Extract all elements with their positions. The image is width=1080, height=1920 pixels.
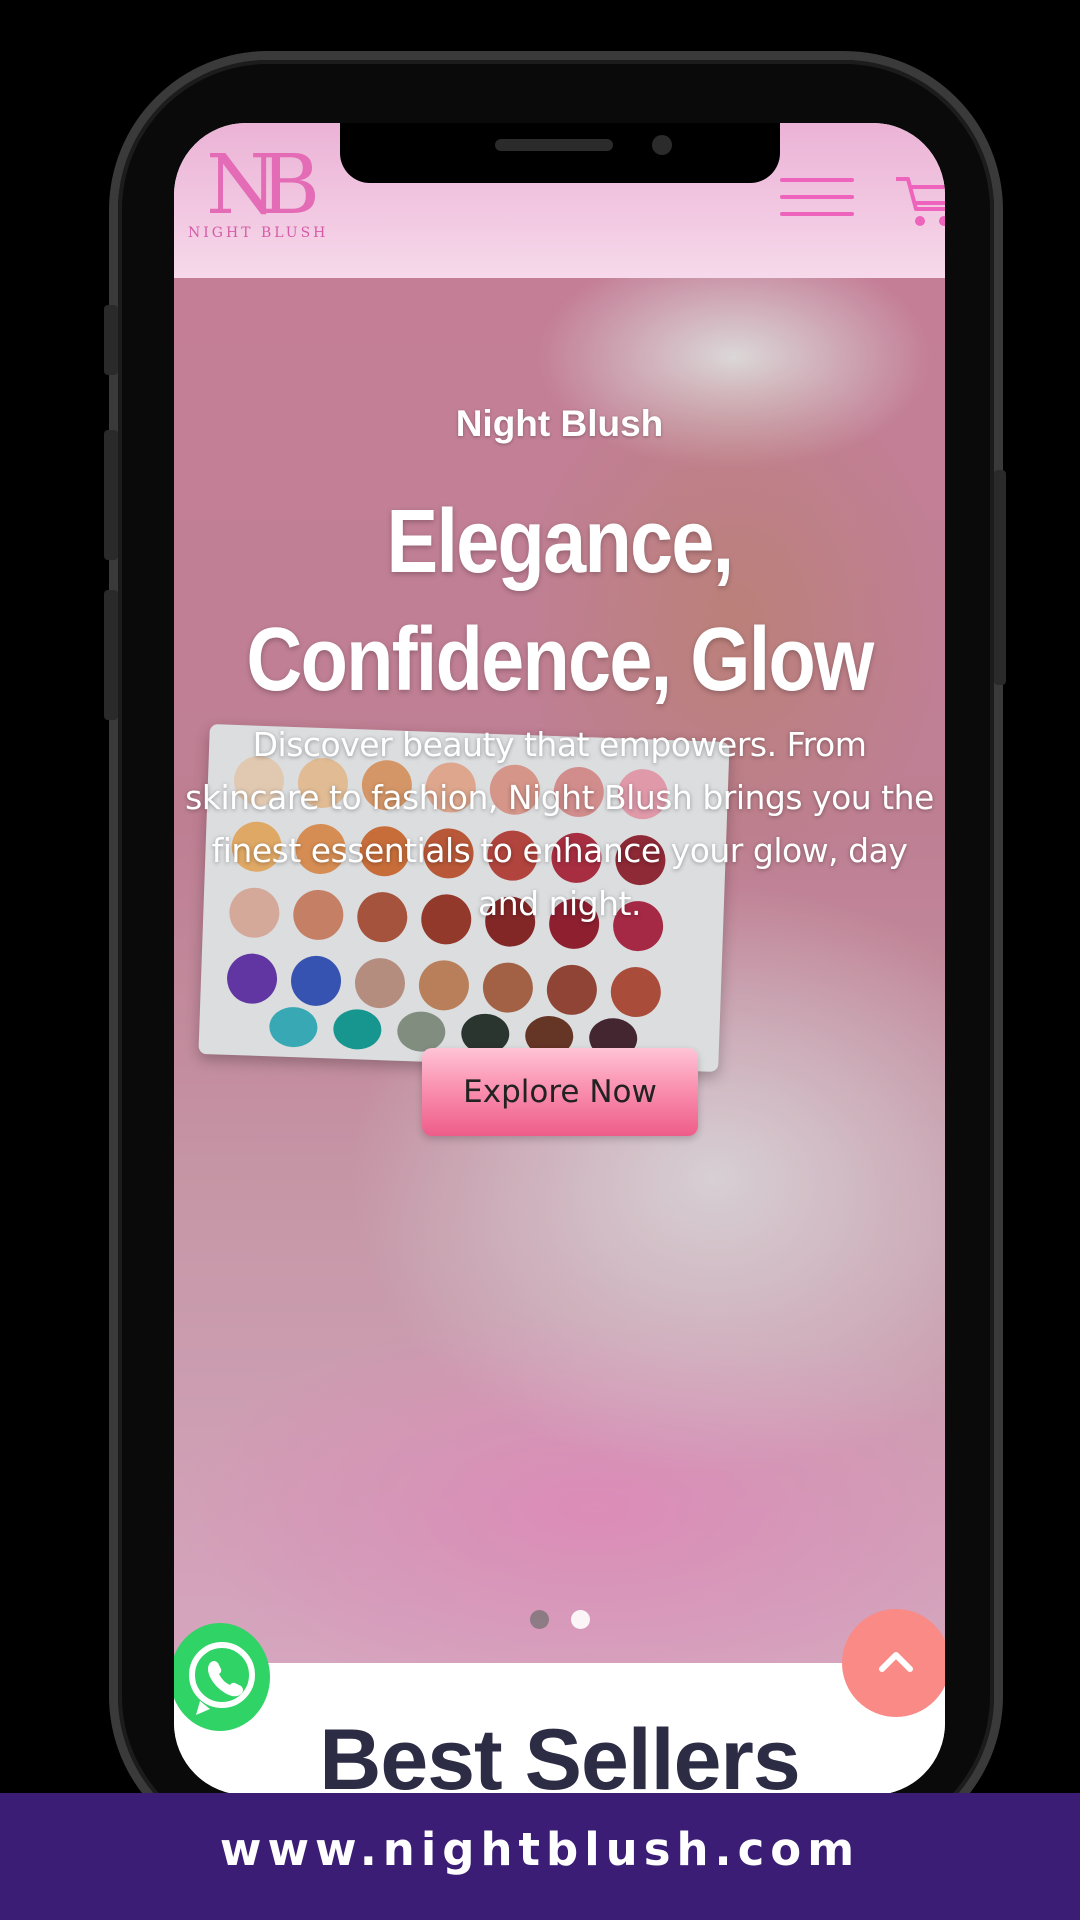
whatsapp-icon[interactable] (174, 1623, 270, 1731)
phone-screen: NB NIGHT BLUSH Night Blush Elegance, Con… (174, 123, 945, 1795)
chevron-up-icon (879, 1652, 913, 1672)
slider-dot-active[interactable] (571, 1610, 591, 1629)
speaker-grille (495, 139, 613, 151)
scroll-to-top-button[interactable] (842, 1609, 945, 1717)
slider-dot[interactable] (530, 1610, 549, 1629)
best-sellers-section: Best Sellers (174, 1663, 945, 1795)
phone-side-button (104, 590, 118, 720)
cart-icon[interactable] (894, 169, 945, 229)
hero-title-line: Elegance, (386, 492, 735, 592)
front-camera (652, 135, 672, 155)
hero-eyebrow: Night Blush (455, 403, 664, 444)
hero-title-line: Confidence, Glow (246, 610, 874, 710)
phone-side-button (104, 430, 118, 560)
slider-dots (530, 1610, 608, 1634)
hamburger-icon[interactable] (780, 178, 854, 218)
hero-slider: Night Blush Elegance, Confidence, Glow D… (174, 278, 945, 1663)
phone-notch (340, 123, 780, 183)
website-url[interactable]: www.nightblush.com (0, 1823, 1080, 1876)
site-logo[interactable]: NB NIGHT BLUSH (186, 138, 325, 245)
hero-description: Discover beauty that empowers. From skin… (185, 725, 934, 923)
phone-side-button (104, 305, 118, 375)
phone-side-button (994, 470, 1006, 685)
section-title: Best Sellers (319, 1712, 800, 1795)
logo-monogram: NB (206, 138, 320, 233)
hero-title: Elegance, Confidence, Glow (228, 483, 891, 719)
logo-text: NIGHT BLUSH (188, 225, 329, 241)
explore-now-button[interactable]: Explore Now (422, 1048, 698, 1136)
website-url-banner: www.nightblush.com (0, 1793, 1080, 1920)
